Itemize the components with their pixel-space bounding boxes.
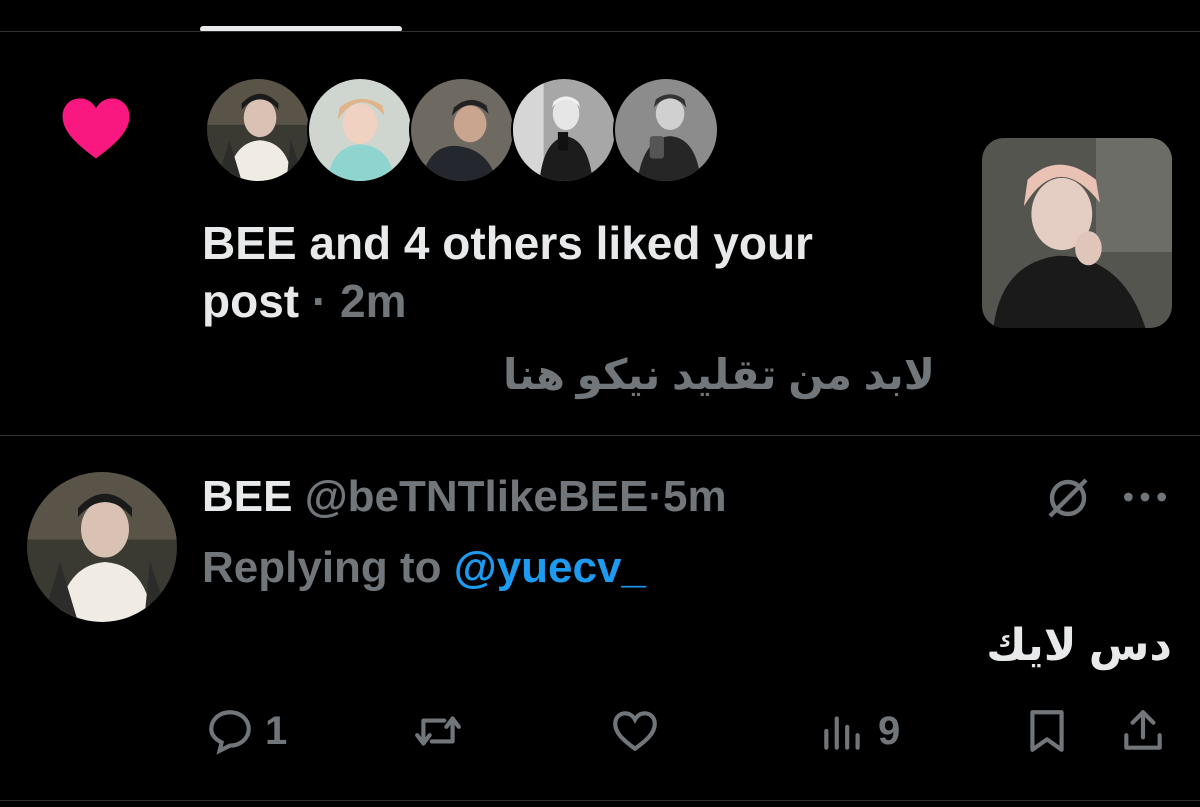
- retweet-button[interactable]: [413, 706, 473, 756]
- notification-summary: BEE and 4 others liked your post: [202, 217, 813, 327]
- author-name[interactable]: BEE: [202, 472, 292, 521]
- like-icon: [613, 711, 657, 752]
- bookmark-icon: [1030, 710, 1064, 752]
- reply-header: BEE @beTNTlikeBEE·5m: [202, 470, 727, 524]
- avatar[interactable]: [409, 77, 515, 183]
- post-thumbnail[interactable]: [982, 138, 1172, 328]
- separator-dot: ·: [311, 275, 328, 327]
- bookmark-button[interactable]: [1022, 706, 1072, 756]
- avatar[interactable]: [511, 77, 617, 183]
- top-divider: [0, 31, 1200, 32]
- avatar[interactable]: [307, 77, 413, 183]
- avatar[interactable]: [613, 77, 719, 183]
- replying-to: Replying to @yuecv_: [202, 540, 646, 596]
- reply-button[interactable]: 1: [205, 706, 287, 756]
- replying-mention[interactable]: @yuecv_: [454, 543, 646, 592]
- notification-time: 2m: [340, 275, 407, 327]
- replying-prefix: Replying to: [202, 543, 442, 592]
- more-options-icon[interactable]: [1120, 482, 1170, 512]
- quoted-post-text[interactable]: لابد من تقليد نيكو هنا: [430, 350, 935, 399]
- comment-icon: [209, 710, 251, 755]
- separator-dot: ·: [648, 472, 664, 521]
- heart-icon: [62, 98, 130, 159]
- grok-icon[interactable]: [1044, 474, 1092, 522]
- views-count: 9: [878, 708, 901, 753]
- share-button[interactable]: [1118, 706, 1168, 756]
- bottom-divider: [0, 800, 1200, 801]
- retweet-icon: [415, 716, 461, 746]
- author-handle[interactable]: @beTNTlikeBEE: [305, 472, 649, 521]
- analytics-icon: [824, 716, 860, 750]
- reply-text: دس لايك: [986, 621, 1172, 670]
- reply-count: 1: [265, 708, 288, 753]
- section-divider: [0, 435, 1200, 436]
- reply-time[interactable]: 5m: [663, 472, 727, 521]
- author-avatar[interactable]: [27, 472, 177, 622]
- share-icon: [1124, 710, 1162, 750]
- notification-text: BEE and 4 others liked your post · 2m: [202, 214, 902, 330]
- like-button[interactable]: [610, 706, 670, 756]
- avatar[interactable]: [205, 77, 311, 183]
- views-button[interactable]: 9: [818, 706, 900, 756]
